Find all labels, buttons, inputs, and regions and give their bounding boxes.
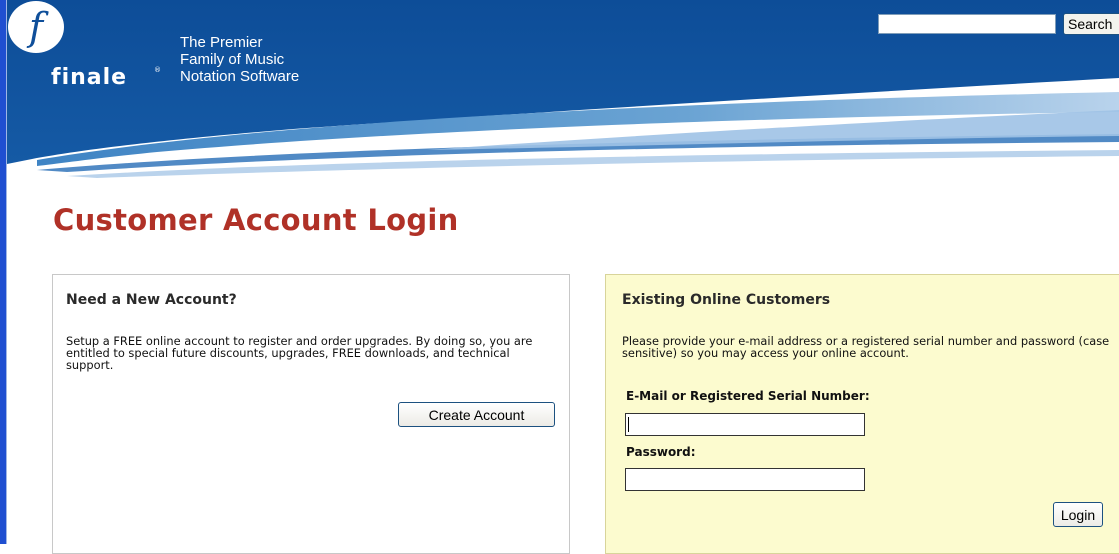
tagline-line: Notation Software	[180, 68, 300, 85]
email-serial-label: E-Mail or Registered Serial Number:	[626, 389, 870, 403]
page-title: Customer Account Login	[53, 203, 459, 237]
existing-customers-description: Please provide your e-mail address or a …	[622, 334, 1110, 360]
tagline-line: Family of Music	[180, 51, 285, 68]
header-tagline: The Premier Family of Music Notation Sof…	[180, 34, 299, 85]
window-left-border-highlight	[6, 0, 7, 544]
new-account-panel: Need a New Account? Setup a FREE online …	[52, 274, 570, 554]
existing-customers-heading: Existing Online Customers	[622, 292, 831, 308]
search-button[interactable]: Search	[1063, 13, 1119, 35]
email-serial-field[interactable]	[625, 413, 865, 436]
text-caret	[628, 417, 629, 432]
login-button[interactable]: Login	[1053, 502, 1103, 527]
create-account-button[interactable]: Create Account	[398, 402, 555, 427]
new-account-heading: Need a New Account?	[66, 292, 237, 308]
logo-wordmark: finale	[51, 65, 128, 90]
finale-logo-mark: f	[8, 1, 64, 53]
logo-registered-mark: ®	[154, 66, 161, 74]
password-field[interactable]	[625, 468, 865, 491]
search-input[interactable]	[878, 14, 1056, 34]
password-label: Password:	[626, 445, 696, 459]
new-account-description: Setup a FREE online account to register …	[66, 334, 533, 372]
tagline-line: The Premier	[180, 34, 263, 51]
existing-customers-panel: Existing Online Customers Please provide…	[605, 274, 1119, 554]
